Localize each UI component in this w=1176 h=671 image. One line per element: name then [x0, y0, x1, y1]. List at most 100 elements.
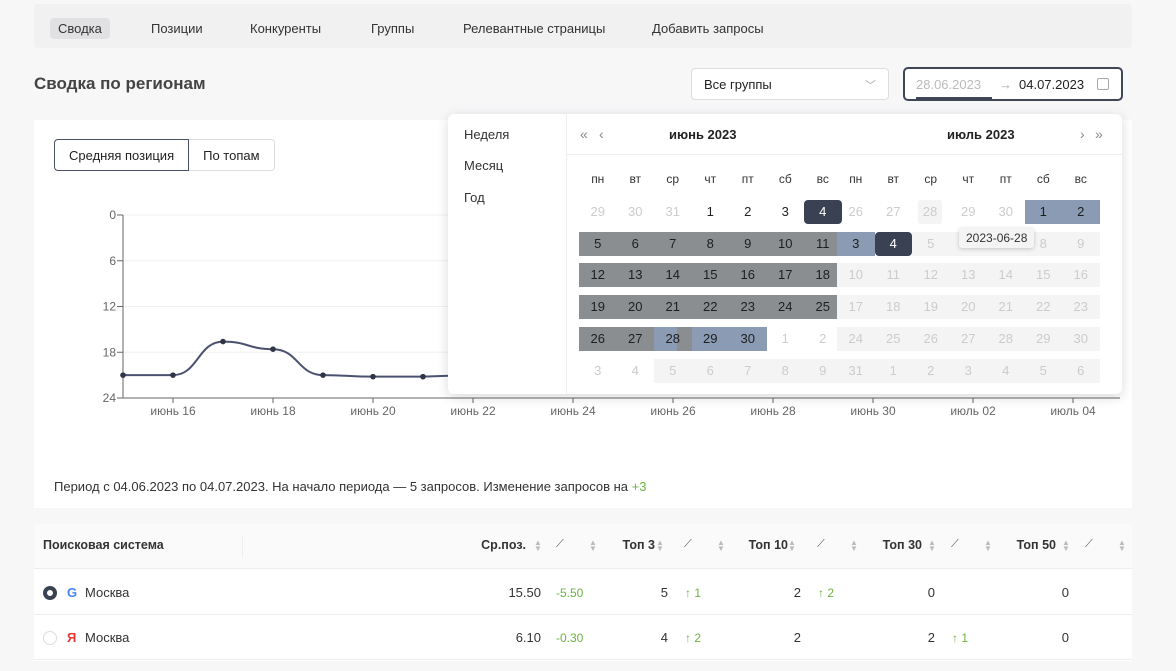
radio-button[interactable]: [43, 586, 57, 600]
calendar-day[interactable]: 28: [918, 200, 942, 224]
calendar-day[interactable]: 14: [654, 263, 692, 288]
calendar-day[interactable]: 18: [804, 263, 842, 288]
calendar-day[interactable]: 20: [616, 295, 654, 320]
calendar-day[interactable]: 7: [654, 231, 692, 256]
calendar-day[interactable]: 1: [767, 327, 805, 351]
col-top10[interactable]: Топ 10: [749, 538, 788, 552]
calendar-day[interactable]: 17: [766, 263, 804, 288]
calendar-day[interactable]: 21: [654, 295, 692, 320]
calendar-day[interactable]: 30: [617, 200, 655, 224]
calendar-day[interactable]: 3: [767, 200, 805, 224]
calendar-day[interactable]: 26: [837, 200, 875, 224]
x-tick-label: июнь 30: [850, 404, 896, 418]
calendar-day[interactable]: 2: [1062, 200, 1100, 224]
next-year-icon[interactable]: »: [1095, 126, 1103, 142]
calendar-day[interactable]: 5: [579, 231, 617, 256]
sort-icon[interactable]: ▲ ▼: [984, 539, 992, 553]
calendar-day: 1: [874, 358, 912, 383]
calendar-day[interactable]: 19: [579, 295, 617, 320]
top30-value: 2: [927, 630, 935, 645]
calendar-day[interactable]: 30: [729, 326, 767, 351]
sort-icon[interactable]: ▲ ▼: [589, 539, 597, 553]
calendar-day[interactable]: 25: [804, 295, 842, 320]
calendar-day[interactable]: 12: [579, 263, 617, 288]
sort-icon[interactable]: ▲ ▼: [928, 539, 936, 553]
calendar-day[interactable]: 24: [766, 295, 804, 320]
sort-icon[interactable]: ▲ ▼: [717, 539, 725, 553]
calendar-day[interactable]: 2: [804, 327, 842, 351]
calendar-day[interactable]: 4: [874, 231, 912, 256]
date-tooltip: 2023-06-28: [959, 228, 1035, 248]
trend-chart-icon[interactable]: ⟋: [1085, 538, 1093, 551]
calendar-day: 28: [987, 326, 1025, 351]
calendar-day[interactable]: 2: [729, 200, 767, 224]
regions-table: Поисковая система Ср.поз. Топ 3 Топ 10 Т…: [34, 524, 1132, 661]
preset-year[interactable]: Год: [464, 190, 485, 205]
calendar-day[interactable]: 29: [579, 200, 617, 224]
trend-chart-icon[interactable]: ⟋: [817, 538, 825, 551]
sort-icon[interactable]: ▲ ▼: [1062, 539, 1070, 553]
calendar-day[interactable]: 1: [1024, 200, 1062, 224]
calendar-day[interactable]: 10: [766, 231, 804, 256]
top3-value: 4: [660, 630, 668, 645]
col-top30[interactable]: Топ 30: [883, 538, 922, 552]
calendar-day[interactable]: 8: [691, 231, 729, 256]
trend-chart-icon[interactable]: ⟋: [556, 538, 564, 551]
col-engine[interactable]: Поисковая система: [43, 538, 164, 552]
calendar-day[interactable]: 29: [691, 326, 729, 351]
left-month-title[interactable]: июнь 2023: [669, 127, 736, 142]
data-point: [370, 373, 376, 380]
prev-month-icon[interactable]: ‹: [599, 126, 604, 142]
calendar-day[interactable]: 16: [729, 263, 767, 288]
calendar-day[interactable]: 13: [616, 263, 654, 288]
col-top50[interactable]: Топ 50: [1017, 538, 1056, 552]
preset-week[interactable]: Неделя: [464, 127, 509, 142]
x-tick-label: июль 04: [1050, 404, 1096, 418]
calendar-day[interactable]: 29: [950, 200, 988, 224]
x-tick-label: июнь 24: [550, 404, 596, 418]
trend-chart-icon[interactable]: ⟋: [951, 538, 959, 551]
top30-delta: ↑ 1: [952, 631, 969, 645]
google-icon: G: [67, 585, 78, 600]
calendar-day: 18: [874, 295, 912, 320]
calendar-day[interactable]: 26: [579, 326, 617, 351]
right-month-title[interactable]: июль 2023: [947, 127, 1015, 142]
calendar-day[interactable]: 11: [804, 231, 842, 256]
radio-button[interactable]: [43, 631, 57, 645]
y-tick-label: 24: [103, 391, 117, 405]
calendar-day[interactable]: 27: [875, 200, 913, 224]
calendar-day: 9: [804, 358, 842, 383]
calendar-day[interactable]: 3: [579, 359, 617, 383]
sort-icon[interactable]: ▲ ▼: [656, 539, 664, 553]
calendar-day[interactable]: 4: [804, 200, 842, 224]
calendar-day[interactable]: 3: [837, 231, 875, 256]
calendar-day[interactable]: 22: [691, 295, 729, 320]
sort-icon[interactable]: ▲ ▼: [1118, 539, 1126, 553]
calendar-day[interactable]: 28: [654, 326, 692, 351]
calendar-day[interactable]: 27: [616, 326, 654, 351]
prev-year-icon[interactable]: «: [580, 126, 588, 142]
calendar-day[interactable]: 1: [692, 200, 730, 224]
calendar-day: 26: [912, 326, 950, 351]
col-avg[interactable]: Ср.поз.: [481, 538, 526, 552]
calendar-day[interactable]: 30: [987, 200, 1025, 224]
calendar-day[interactable]: 6: [616, 231, 654, 256]
divider: [34, 614, 1132, 615]
top50-value: 0: [1061, 585, 1069, 600]
calendar-day[interactable]: 15: [691, 263, 729, 288]
calendar-day: 25: [874, 326, 912, 351]
next-month-icon[interactable]: ›: [1080, 126, 1085, 142]
sort-icon[interactable]: ▲ ▼: [534, 539, 542, 553]
sort-icon[interactable]: ▲ ▼: [788, 539, 796, 553]
calendar-day[interactable]: 9: [729, 231, 767, 256]
calendar-day[interactable]: 4: [617, 359, 655, 383]
col-top3[interactable]: Топ 3: [623, 538, 655, 552]
sort-icon[interactable]: ▲ ▼: [850, 539, 858, 553]
calendar-day[interactable]: 23: [729, 295, 767, 320]
trend-chart-icon[interactable]: ⟋: [684, 538, 692, 551]
y-tick-label: 12: [103, 300, 117, 314]
preset-month[interactable]: Месяц: [464, 158, 503, 173]
data-point: [170, 372, 176, 378]
calendar-day[interactable]: 31: [654, 200, 692, 224]
divider: [34, 659, 1132, 660]
